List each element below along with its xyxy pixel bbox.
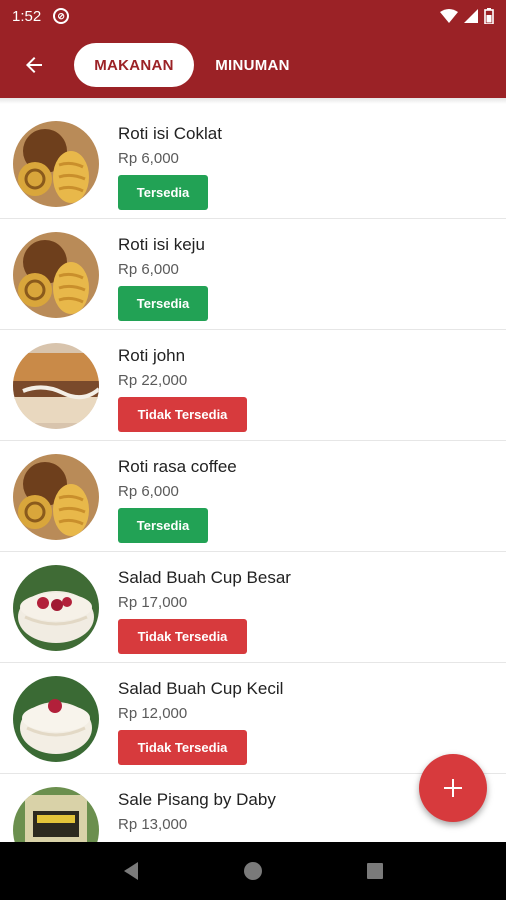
back-triangle-icon [124,862,138,880]
signal-icon [464,9,478,23]
status-badge[interactable]: Tidak Tersedia [118,397,247,432]
status-badge[interactable]: Tidak Tersedia [118,730,247,765]
bread-photo [13,121,99,207]
tab-makanan[interactable]: MAKANAN [74,43,194,87]
app-bar-shadow [0,98,506,104]
salad-photo [13,676,99,762]
item-price: Rp 6,000 [118,150,179,167]
menu-list: Roti isi Coklat Rp 6,000 Tersedia Roti i… [0,108,506,842]
banana-snack-photo [13,787,99,842]
status-icons [440,8,494,24]
list-item[interactable]: Roti isi keju Rp 6,000 Tersedia [0,219,506,330]
back-button[interactable] [14,45,54,85]
status-badge[interactable]: Tersedia [118,286,208,321]
item-name: Roti isi keju [118,235,205,254]
status-time: 1:52 [12,7,42,25]
add-item-button[interactable] [419,754,487,822]
list-item[interactable]: Roti rasa coffee Rp 6,000 Tersedia [0,441,506,552]
item-price: Rp 6,000 [118,261,179,278]
item-price: Rp 17,000 [118,594,188,611]
item-price: Rp 13,000 [118,816,188,833]
list-item[interactable]: Roti john Rp 22,000 Tidak Tersedia [0,330,506,441]
arrow-left-icon [26,57,42,73]
do-not-disturb-icon: ⊘ [53,8,70,24]
salad-photo [13,565,99,651]
item-price: Rp 22,000 [118,372,188,389]
sandwich-photo [13,343,99,429]
plus-icon [444,779,462,797]
item-price: Rp 12,000 [118,705,188,722]
list-item[interactable]: Roti isi Coklat Rp 6,000 Tersedia [0,108,506,219]
item-name: Salad Buah Cup Besar [118,568,291,587]
battery-icon [484,8,494,24]
nav-home-button[interactable] [233,851,273,891]
app-bar: MAKANAN MINUMAN [0,32,506,98]
status-badge[interactable]: Tersedia [118,175,208,210]
home-circle-icon [244,862,262,880]
item-name: Salad Buah Cup Kecil [118,679,284,698]
status-bar: 1:52 ⊘ [0,0,506,32]
item-name: Roti isi Coklat [118,124,222,143]
list-item[interactable]: Salad Buah Cup Kecil Rp 12,000 Tidak Ter… [0,663,506,774]
item-name: Roti rasa coffee [118,457,237,476]
item-price: Rp 6,000 [118,483,179,500]
recents-square-icon [367,863,383,879]
bread-photo [13,232,99,318]
item-name: Roti john [118,346,186,365]
bread-photo [13,454,99,540]
nav-recents-button[interactable] [355,851,395,891]
list-item[interactable]: Salad Buah Cup Besar Rp 17,000 Tidak Ter… [0,552,506,663]
nav-back-button[interactable] [111,851,151,891]
wifi-icon [440,9,458,23]
status-badge[interactable]: Tersedia [118,508,208,543]
status-badge[interactable]: Tidak Tersedia [118,619,247,654]
item-name: Sale Pisang by Daby [118,790,276,809]
system-nav-bar [0,842,506,900]
tab-minuman[interactable]: MINUMAN [214,43,291,87]
